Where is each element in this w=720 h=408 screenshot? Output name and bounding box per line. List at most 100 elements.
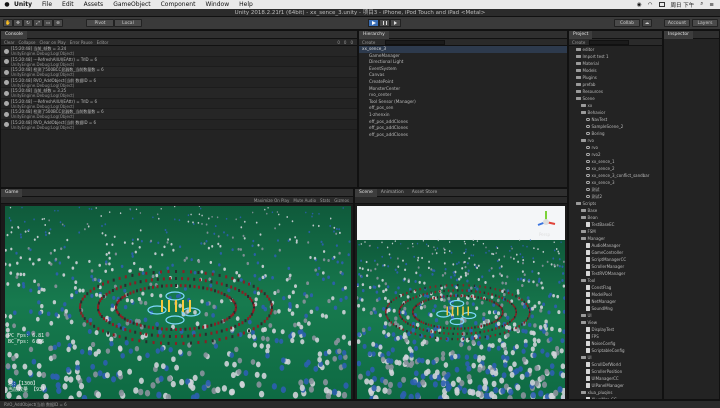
hierarchy-item[interactable]: eff_pos_addClones	[359, 125, 567, 132]
hierarchy-item[interactable]: Canvas	[359, 72, 567, 79]
menu-file[interactable]: File	[42, 1, 52, 8]
tab-scene[interactable]: Scene	[355, 189, 377, 197]
hierarchy-create-dropdown[interactable]: Create	[362, 40, 375, 45]
project-item[interactable]: Import test 1	[571, 53, 662, 60]
console-info-count[interactable]: 0	[337, 40, 340, 45]
menu-window[interactable]: Window	[205, 1, 229, 8]
pause-button[interactable]	[379, 19, 390, 27]
project-item[interactable]: UI	[571, 312, 662, 319]
project-item[interactable]: Behavior	[571, 109, 662, 116]
project-item[interactable]: NoiseConfig	[571, 340, 662, 347]
console-warning-count[interactable]: 0	[344, 40, 347, 45]
project-item[interactable]: ScriptManagerCC	[571, 256, 662, 263]
hand-tool-icon[interactable]: ✋	[3, 19, 13, 27]
console-row[interactable]: [15:20:48] 当前_帧数 = 3.24 UnityEngine.Debug…	[1, 46, 357, 57]
play-button[interactable]	[368, 19, 379, 27]
console-error-count[interactable]: 0	[350, 40, 353, 45]
scene-viewport[interactable]: Persp	[357, 206, 565, 399]
project-item[interactable]: DisplayTest	[571, 326, 662, 333]
tab-project[interactable]: Project	[569, 31, 593, 39]
console-row[interactable]: [15:20:48] ---RefreshAllUI(EAttr) = TrID…	[1, 57, 357, 67]
hierarchy-item[interactable]: eff_pos_addClones	[359, 132, 567, 139]
project-item[interactable]: GameController	[571, 249, 662, 256]
console-row[interactable]: [15:20:48] RVO_AddObject(当前 数据ID = 6 Unit…	[1, 78, 357, 88]
stats-toggle[interactable]: Stats	[320, 198, 330, 203]
project-item[interactable]: Tool	[571, 277, 662, 284]
project-item[interactable]: Manager	[571, 235, 662, 242]
tab-console[interactable]: Console	[1, 31, 27, 39]
project-item[interactable]: SoundMng	[571, 305, 662, 312]
menu-edit[interactable]: Edit	[62, 1, 74, 8]
hierarchy-item[interactable]: GameManager	[359, 53, 567, 60]
project-item[interactable]: NetManager	[571, 298, 662, 305]
project-search-input[interactable]	[589, 39, 630, 45]
battery-icon[interactable]	[658, 2, 665, 7]
step-button[interactable]	[390, 19, 401, 27]
local-toggle[interactable]: Local	[114, 19, 142, 27]
project-item[interactable]: rvo	[571, 144, 662, 151]
project-item[interactable]: Boring	[571, 130, 662, 137]
hierarchy-item[interactable]: 1-zhenxin	[359, 112, 567, 119]
hierarchy-item[interactable]: CreatePoint	[359, 79, 567, 86]
console-error-pause-button[interactable]: Error Pause	[70, 40, 93, 45]
scene-gizmo[interactable]: Persp	[533, 208, 559, 238]
hierarchy-item[interactable]: rvo_center	[359, 92, 567, 99]
project-item[interactable]: TestBaseEC	[571, 221, 662, 228]
mute-audio-toggle[interactable]: Mute Audio	[293, 198, 316, 203]
tab-asset-store[interactable]: Asset Store	[408, 189, 442, 197]
console-row[interactable]: [15:20:48] ---RefreshAllUI(EAttr) = TrID…	[1, 99, 357, 109]
project-item[interactable]: FPS	[571, 333, 662, 340]
project-item[interactable]: NavTest	[571, 116, 662, 123]
project-item[interactable]: xx_sence_2	[571, 165, 662, 172]
project-item[interactable]: xx	[571, 102, 662, 109]
pivot-toggle[interactable]: Pivot	[86, 19, 114, 27]
project-item[interactable]: View	[571, 319, 662, 326]
console-row[interactable]: [15:20:48] 检测了500BCC显器数_当前数量数 = 6 UnityEn…	[1, 67, 357, 78]
hierarchy-item[interactable]: eff_pos_addClones	[359, 119, 567, 126]
console-editor-dropdown[interactable]: Editor	[97, 40, 109, 45]
wifi-icon[interactable]: ◠	[648, 2, 653, 8]
project-item[interactable]: xx_sence_3	[571, 179, 662, 186]
collab-button[interactable]: Collab	[614, 19, 640, 27]
rotate-tool-icon[interactable]: ↻	[23, 19, 33, 27]
apple-icon[interactable]: ●	[0, 1, 14, 8]
project-item[interactable]: ScrollDefWorld	[571, 361, 662, 368]
project-item[interactable]: ConstFlag	[571, 284, 662, 291]
project-item[interactable]: Material	[571, 60, 662, 67]
menu-app-unity[interactable]: Unity	[14, 1, 32, 8]
hierarchy-item[interactable]: Tool Sensor (Manager)	[359, 99, 567, 106]
project-item[interactable]: rvo	[571, 137, 662, 144]
menu-component[interactable]: Component	[161, 1, 196, 8]
rect-tool-icon[interactable]: ▭	[43, 19, 53, 27]
layers-dropdown[interactable]: Layers	[692, 19, 718, 27]
project-item[interactable]: Models	[571, 67, 662, 74]
wechat-icon[interactable]: ◉	[637, 2, 642, 8]
clock[interactable]: 周日 下午	[671, 1, 695, 9]
hierarchy-item[interactable]: Directional Light	[359, 59, 567, 66]
project-item[interactable]: xx_sence_1	[571, 158, 662, 165]
account-dropdown[interactable]: Account	[664, 19, 690, 27]
maximize-on-play-toggle[interactable]: Maximize On Play	[254, 198, 290, 203]
project-item[interactable]: 测试2	[571, 193, 662, 200]
project-item[interactable]: ScriptableConfig	[571, 347, 662, 354]
project-item[interactable]: Bean	[571, 214, 662, 221]
project-item[interactable]: UIPanelManager	[571, 382, 662, 389]
transform-tool-icon[interactable]: ⊕	[53, 19, 63, 27]
project-item[interactable]: UIManagerCC	[571, 375, 662, 382]
console-clear-on-play-button[interactable]: Clear on Play	[39, 40, 65, 45]
console-clear-button[interactable]: Clear	[4, 40, 14, 45]
search-icon[interactable]: ⌕	[700, 1, 703, 8]
scale-tool-icon[interactable]: ⤢	[33, 19, 43, 27]
project-item[interactable]: Plugins	[571, 74, 662, 81]
tab-hierarchy[interactable]: Hierarchy	[359, 31, 389, 39]
project-item[interactable]: rvo2	[571, 151, 662, 158]
move-tool-icon[interactable]: ✥	[13, 19, 23, 27]
hierarchy-item[interactable]: MonsterCenter	[359, 86, 567, 93]
project-item[interactable]: Resources	[571, 88, 662, 95]
menu-gameobject[interactable]: GameObject	[113, 1, 150, 8]
tab-game[interactable]: Game	[1, 189, 23, 197]
project-item[interactable]: ScrollerPosition	[571, 368, 662, 375]
hierarchy-item[interactable]: eff_pos_sen	[359, 105, 567, 112]
console-row[interactable]: [15:20:48] 检测了500BCC显器数_当前数量数 = 6 UnityEn…	[1, 109, 357, 120]
hierarchy-search-input[interactable]	[385, 39, 446, 45]
